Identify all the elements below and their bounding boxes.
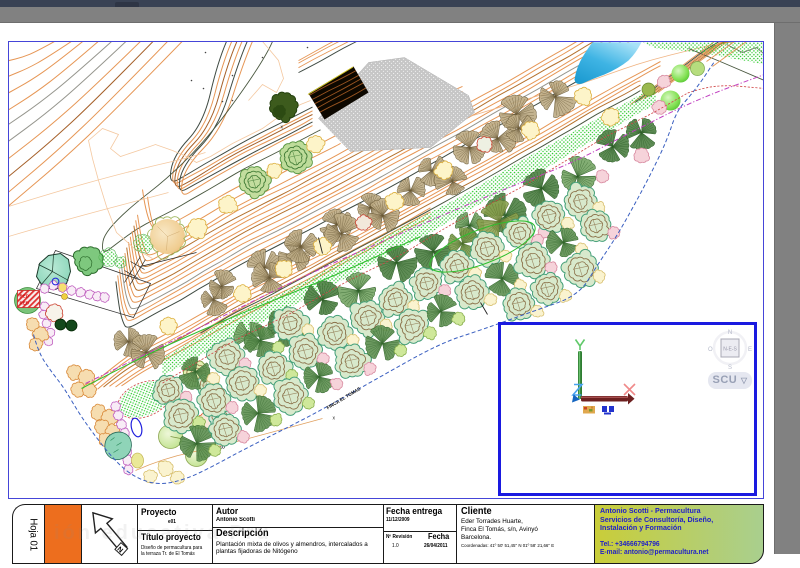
svg-text:O: O <box>708 347 713 353</box>
svg-text:N: N <box>728 330 732 336</box>
svg-text:E: E <box>748 347 752 353</box>
svg-text:N-E-S: N-E-S <box>723 347 737 353</box>
svg-text:S: S <box>728 365 732 371</box>
